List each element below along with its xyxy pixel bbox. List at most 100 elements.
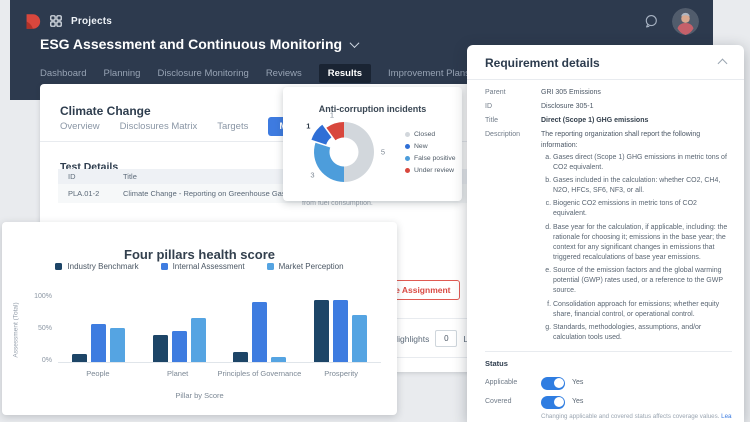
- legend-swatch: [405, 156, 410, 161]
- field-value: GRI 305 Emissions: [541, 89, 601, 96]
- bar: [190, 318, 206, 362]
- legend-label: Under review: [414, 167, 455, 174]
- legend-item: False positive: [405, 155, 456, 162]
- field-row-id: ID Disclosure 305-1: [485, 102, 732, 112]
- bar: [109, 328, 125, 362]
- col-header-id: ID: [68, 172, 76, 181]
- legend-label: Internal Assessment: [172, 262, 245, 271]
- bar: [271, 356, 287, 362]
- toggle-value: Yes: [572, 379, 584, 387]
- legend-swatch: [55, 263, 63, 270]
- bar-chart-title: Four pillars health score: [124, 247, 275, 262]
- field-value: The reporting organization shall report …: [541, 130, 732, 346]
- bar: [252, 302, 268, 362]
- panel-title: Requirement details: [485, 56, 600, 70]
- legend-swatch: [160, 263, 168, 270]
- description-item: Gases direct (Scope 1) GHG emissions in …: [553, 153, 732, 173]
- status-section: Status Applicable Yes Covered Yes Changi…: [485, 351, 732, 422]
- panel-header: Requirement details: [467, 45, 744, 80]
- donut-value-label: 1: [306, 121, 311, 131]
- row-caption-fragment: from fuel consumption.: [302, 200, 373, 207]
- field-row-title: Title Direct (Scope 1) GHG emissions: [485, 116, 732, 126]
- nav-tab-results-active[interactable]: Results: [318, 64, 372, 83]
- bar-group: [58, 297, 139, 362]
- y-axis-ticks: 100% 50% 0%: [28, 293, 52, 364]
- legend-item: Market Perception: [266, 262, 344, 271]
- bar: [314, 299, 330, 362]
- legend-label: Closed: [414, 131, 436, 138]
- tab-disclosures-matrix[interactable]: Disclosures Matrix: [120, 121, 198, 132]
- chevron-down-icon: [349, 37, 360, 48]
- cell-id: PLA.01-2: [68, 189, 100, 198]
- nav-tab-reviews[interactable]: Reviews: [266, 68, 302, 79]
- requirement-details-panel: Requirement details Parent GRI 305 Emiss…: [467, 45, 744, 422]
- field-label: Title: [485, 117, 498, 125]
- bar: [352, 315, 368, 362]
- collapse-icon[interactable]: [717, 58, 728, 68]
- anti-corruption-card: Anti-corruption incidents 5311 Closed Ne…: [283, 87, 462, 201]
- bar-group: [139, 297, 220, 362]
- donut-chart: 5 3 1 1: [302, 110, 386, 194]
- project-title[interactable]: ESG Assessment and Continuous Monitoring: [40, 36, 360, 52]
- highlights-row: Highlights L: [392, 330, 468, 347]
- brand-logo-icon[interactable]: [24, 13, 41, 30]
- legend-swatch: [405, 132, 410, 137]
- bar: [71, 353, 87, 362]
- field-value: Direct (Scope 1) GHG emissions: [541, 117, 649, 125]
- legend-label: False positive: [414, 155, 456, 162]
- bar-chart-legend: Industry Benchmark Internal Assessment M…: [2, 262, 397, 271]
- description-item: Standards, methodologies, assumptions, a…: [553, 323, 732, 343]
- bar: [90, 324, 106, 362]
- legend-item: Internal Assessment: [160, 262, 245, 271]
- apps-grid-icon[interactable]: [50, 15, 62, 27]
- tick-label: 50%: [37, 325, 52, 332]
- donut-slice: [314, 142, 344, 182]
- legend-item: Closed: [405, 131, 456, 138]
- learn-more-link[interactable]: Learn more: [721, 413, 732, 420]
- y-axis-title: Assessment (Total): [12, 302, 20, 358]
- tick-label: 100%: [34, 293, 52, 300]
- description-item: Base year for the calculation, if applic…: [553, 223, 732, 264]
- x-axis-categories: People Planet Principles of Governance P…: [58, 369, 381, 378]
- donut-legend: Closed New False positive Under review: [405, 131, 456, 174]
- nav-tab-disclosure-monitoring[interactable]: Disclosure Monitoring: [157, 68, 248, 79]
- highlights-count-input[interactable]: [435, 330, 458, 347]
- status-note-text: Changing applicable and covered status a…: [541, 412, 720, 420]
- tab-targets[interactable]: Targets: [217, 121, 248, 132]
- legend-item: New: [405, 143, 456, 150]
- description-list: Gases direct (Scope 1) GHG emissions in …: [541, 153, 732, 343]
- legend-swatch: [266, 263, 274, 270]
- nav-tab-improvement-plans[interactable]: Improvement Plans: [388, 68, 470, 79]
- legend-item: Industry Benchmark: [55, 262, 139, 271]
- projects-nav-label[interactable]: Projects: [71, 16, 112, 27]
- panel-body: Parent GRI 305 Emissions ID Disclosure 3…: [467, 80, 744, 422]
- applicable-toggle-on[interactable]: [541, 376, 565, 390]
- status-note: Changing applicable and covered status a…: [541, 413, 732, 422]
- field-row-parent: Parent GRI 305 Emissions: [485, 88, 732, 98]
- legend-swatch: [405, 168, 410, 173]
- nav-tab-planning[interactable]: Planning: [103, 68, 140, 79]
- field-value: Disclosure 305-1: [541, 103, 594, 111]
- bar-group: [220, 297, 301, 362]
- applicable-row: Applicable Yes: [485, 376, 732, 390]
- category-label: Principles of Governance: [217, 369, 302, 378]
- project-title-text: ESG Assessment and Continuous Monitoring: [40, 36, 343, 52]
- description-item: Consolidation approach for emissions; wh…: [553, 300, 732, 320]
- status-heading: Status: [485, 359, 508, 369]
- donut-value-label: 3: [310, 170, 315, 180]
- user-avatar[interactable]: [672, 7, 699, 35]
- bar: [152, 334, 168, 362]
- tick-label: 0%: [41, 357, 52, 364]
- donut-slice: [344, 122, 374, 182]
- covered-toggle-on[interactable]: [541, 395, 565, 409]
- chat-bubble-icon[interactable]: [643, 13, 659, 29]
- field-label: ID: [485, 103, 492, 111]
- nav-tab-dashboard[interactable]: Dashboard: [40, 68, 86, 79]
- donut-value-label: 1: [329, 110, 335, 120]
- four-pillars-card: Four pillars health score Industry Bench…: [2, 222, 397, 415]
- category-label: Prosperity: [324, 369, 359, 378]
- tab-overview[interactable]: Overview: [60, 121, 100, 132]
- field-label: Applicable: [485, 379, 518, 387]
- panel-title: Climate Change: [60, 104, 151, 119]
- app-header-row: Projects: [24, 7, 699, 35]
